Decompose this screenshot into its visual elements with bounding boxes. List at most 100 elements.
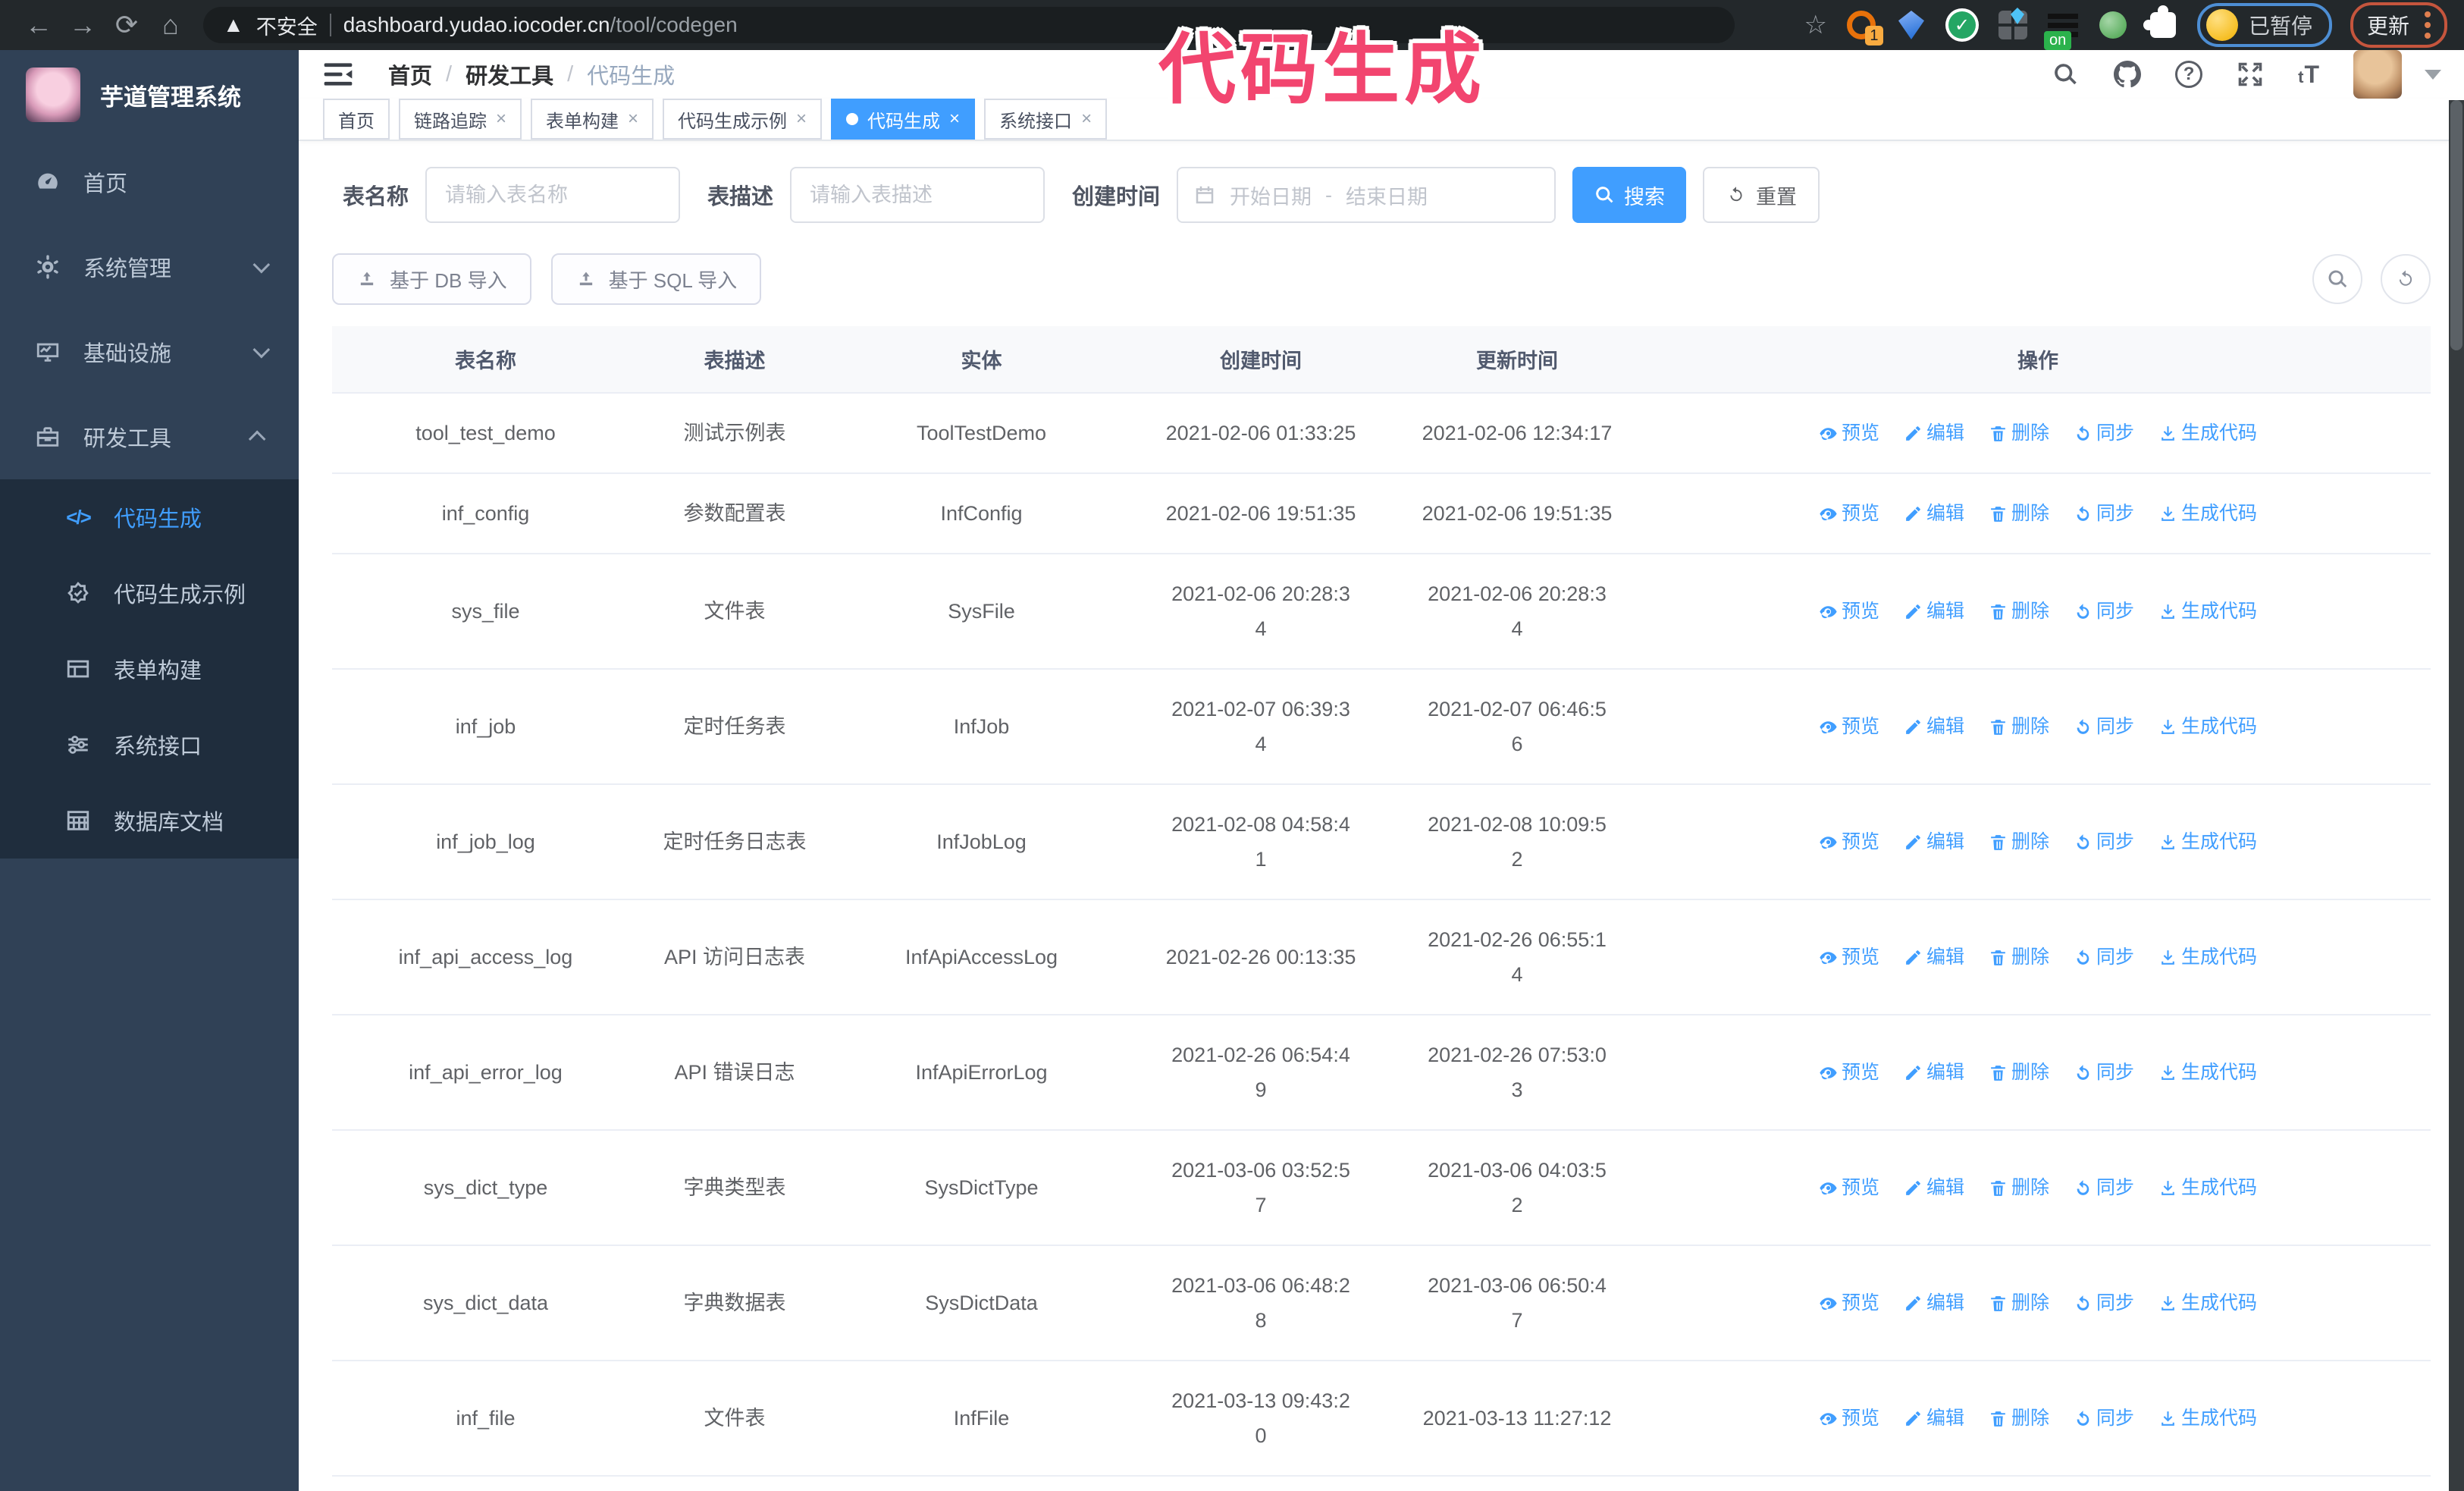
generate-code-link[interactable]: 生成代码: [2158, 1401, 2257, 1436]
toggle-search-button[interactable]: [2312, 254, 2362, 304]
sync-link[interactable]: 同步: [2074, 1055, 2134, 1090]
extension-gem-icon[interactable]: [1895, 9, 1927, 41]
preview-link[interactable]: 预览: [1819, 1285, 1879, 1320]
extension-switch-icon[interactable]: on: [2043, 9, 2079, 50]
edit-link[interactable]: 编辑: [1904, 1055, 1964, 1090]
edit-link[interactable]: 编辑: [1904, 496, 1964, 531]
browser-home-icon[interactable]: ⌂: [149, 0, 193, 50]
generate-code-link[interactable]: 生成代码: [2158, 824, 2257, 859]
close-icon[interactable]: ×: [1081, 108, 1092, 130]
search-button[interactable]: 搜索: [1572, 167, 1687, 223]
sidebar-item-home[interactable]: 首页: [0, 140, 299, 224]
generate-code-link[interactable]: 生成代码: [2158, 1285, 2257, 1320]
generate-code-link[interactable]: 生成代码: [2158, 940, 2257, 975]
edit-link[interactable]: 编辑: [1904, 709, 1964, 744]
preview-link[interactable]: 预览: [1819, 416, 1879, 450]
sync-link[interactable]: 同步: [2074, 1401, 2134, 1436]
close-icon[interactable]: ×: [628, 108, 638, 130]
table-name-input[interactable]: [425, 167, 681, 223]
preview-link[interactable]: 预览: [1819, 824, 1879, 859]
preview-link[interactable]: 预览: [1819, 1170, 1879, 1205]
preview-link[interactable]: 预览: [1819, 496, 1879, 531]
delete-link[interactable]: 删除: [1989, 940, 2049, 975]
extension-orange-icon[interactable]: 1: [1845, 9, 1883, 46]
close-icon[interactable]: ×: [496, 108, 506, 130]
tag-codegen-active[interactable]: 代码生成 ×: [831, 99, 976, 140]
help-icon[interactable]: ?: [2175, 61, 2203, 88]
delete-link[interactable]: 删除: [1989, 824, 2049, 859]
bookmark-star-icon[interactable]: ☆: [1804, 10, 1826, 40]
generate-code-link[interactable]: 生成代码: [2158, 496, 2257, 531]
breadcrumb-home[interactable]: 首页: [388, 58, 432, 90]
delete-link[interactable]: 删除: [1989, 1055, 2049, 1090]
sidebar-item-system[interactable]: 系统管理: [0, 224, 299, 309]
tag-form-builder[interactable]: 表单构建 ×: [531, 99, 654, 140]
profile-paused-badge[interactable]: 已暂停: [2196, 3, 2332, 47]
sync-link[interactable]: 同步: [2074, 940, 2134, 975]
refresh-table-button[interactable]: [2381, 254, 2431, 304]
address-bar[interactable]: ▲ 不安全 dashboard.yudao.iocoder.cn/tool/co…: [203, 7, 1735, 43]
edit-link[interactable]: 编辑: [1904, 1170, 1964, 1205]
edit-link[interactable]: 编辑: [1904, 1285, 1964, 1320]
edit-link[interactable]: 编辑: [1904, 824, 1964, 859]
browser-update-button[interactable]: 更新: [2350, 2, 2447, 48]
delete-link[interactable]: 删除: [1989, 709, 2049, 744]
preview-link[interactable]: 预览: [1819, 1055, 1879, 1090]
generate-code-link[interactable]: 生成代码: [2158, 1170, 2257, 1205]
date-range-picker[interactable]: 开始日期 - 结束日期: [1177, 167, 1556, 223]
sidebar-item-infra[interactable]: 基础设施: [0, 309, 299, 394]
sync-link[interactable]: 同步: [2074, 1170, 2134, 1205]
edit-link[interactable]: 编辑: [1904, 416, 1964, 450]
scrollbar-thumb[interactable]: [2450, 100, 2462, 350]
reset-button[interactable]: 重置: [1703, 167, 1820, 223]
sidebar-item-system-api[interactable]: 系统接口: [0, 707, 299, 783]
github-icon[interactable]: [2113, 60, 2142, 89]
delete-link[interactable]: 删除: [1989, 1285, 2049, 1320]
user-avatar[interactable]: [2353, 50, 2402, 99]
sync-link[interactable]: 同步: [2074, 709, 2134, 744]
generate-code-link[interactable]: 生成代码: [2158, 1055, 2257, 1090]
sidebar-item-form-builder[interactable]: 表单构建: [0, 631, 299, 707]
close-icon[interactable]: ×: [796, 108, 807, 130]
delete-link[interactable]: 删除: [1989, 416, 2049, 450]
delete-link[interactable]: 删除: [1989, 594, 2049, 629]
sidebar-collapse-icon[interactable]: [321, 58, 355, 91]
delete-link[interactable]: 删除: [1989, 496, 2049, 531]
sync-link[interactable]: 同步: [2074, 496, 2134, 531]
preview-link[interactable]: 预览: [1819, 940, 1879, 975]
tag-system-api[interactable]: 系统接口 ×: [984, 99, 1108, 140]
font-size-icon[interactable]: tT: [2298, 61, 2320, 89]
preview-link[interactable]: 预览: [1819, 594, 1879, 629]
browser-back-icon[interactable]: ←: [17, 0, 61, 50]
generate-code-link[interactable]: 生成代码: [2158, 709, 2257, 744]
table-desc-input[interactable]: [790, 167, 1045, 223]
edit-link[interactable]: 编辑: [1904, 1401, 1964, 1436]
generate-code-link[interactable]: 生成代码: [2158, 594, 2257, 629]
tag-home[interactable]: 首页: [323, 99, 390, 140]
browser-forward-icon[interactable]: →: [61, 0, 105, 50]
edit-link[interactable]: 编辑: [1904, 594, 1964, 629]
sync-link[interactable]: 同步: [2074, 1285, 2134, 1320]
browser-reload-icon[interactable]: ⟳: [105, 0, 149, 50]
preview-link[interactable]: 预览: [1819, 1401, 1879, 1436]
sidebar-item-devtools[interactable]: 研发工具: [0, 394, 299, 479]
extension-key-icon[interactable]: [2097, 9, 2129, 41]
sync-link[interactable]: 同步: [2074, 824, 2134, 859]
import-sql-button[interactable]: 基于 SQL 导入: [550, 253, 762, 305]
search-icon[interactable]: [2051, 60, 2080, 89]
import-db-button[interactable]: 基于 DB 导入: [332, 253, 531, 305]
extensions-puzzle-icon[interactable]: [2143, 5, 2179, 41]
breadcrumb-devtools[interactable]: 研发工具: [466, 58, 553, 90]
delete-link[interactable]: 删除: [1989, 1170, 2049, 1205]
generate-code-link[interactable]: 生成代码: [2158, 416, 2257, 450]
sidebar-item-codegen[interactable]: </> 代码生成: [0, 479, 299, 555]
sync-link[interactable]: 同步: [2074, 416, 2134, 450]
tag-tracing[interactable]: 链路追踪 ×: [399, 99, 522, 140]
browser-menu-icon[interactable]: [2425, 11, 2431, 39]
extension-grid-icon[interactable]: [1997, 8, 2029, 41]
sidebar-item-db-doc[interactable]: 数据库文档: [0, 783, 299, 859]
sidebar-item-codegen-example[interactable]: 代码生成示例: [0, 555, 299, 631]
close-icon[interactable]: ×: [949, 108, 960, 130]
tag-codegen-example[interactable]: 代码生成示例 ×: [663, 99, 823, 140]
preview-link[interactable]: 预览: [1819, 709, 1879, 744]
